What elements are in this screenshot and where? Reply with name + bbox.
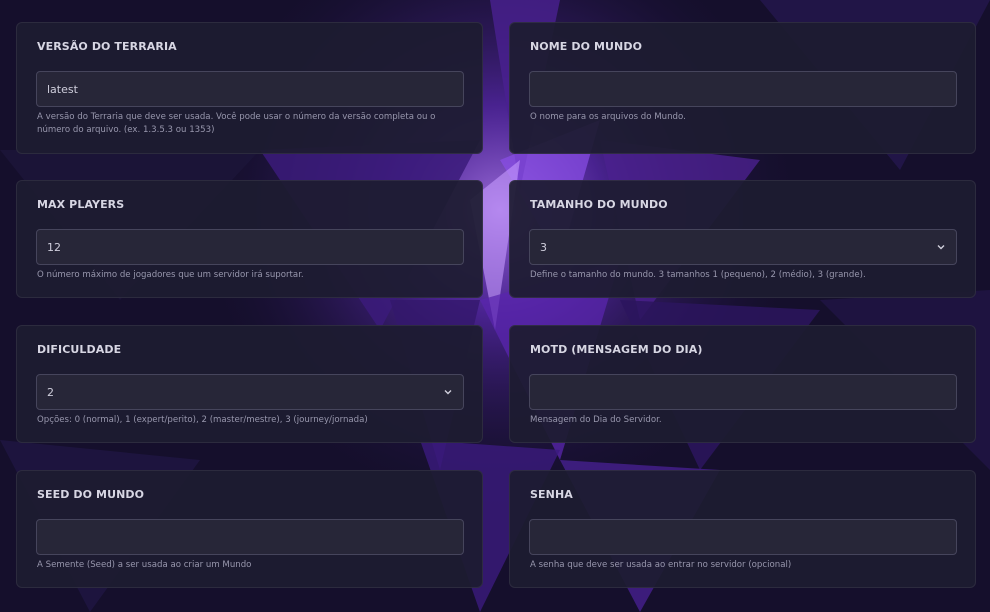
world-seed-card: SEED DO MUNDO A Semente (Seed) a ser usa…	[16, 470, 483, 588]
world-size-selected-value: 3	[540, 240, 547, 254]
terraria-version-label: VERSÃO DO TERRARIA	[37, 40, 177, 53]
max-players-input[interactable]	[36, 229, 464, 265]
world-name-label: NOME DO MUNDO	[530, 40, 643, 53]
password-label: SENHA	[530, 488, 573, 501]
terraria-version-help: A versão do Terraria que deve ser usada.…	[37, 112, 436, 135]
motd-label: MOTD (MENSAGEM DO DIA)	[530, 343, 703, 356]
max-players-card: MAX PLAYERS O número máximo de jogadores…	[16, 180, 483, 298]
world-seed-input[interactable]	[36, 519, 464, 555]
motd-input[interactable]	[529, 374, 957, 410]
world-name-input[interactable]	[529, 71, 957, 107]
terraria-version-card: VERSÃO DO TERRARIA A versão do Terraria …	[16, 22, 483, 154]
max-players-help: O número máximo de jogadores que um serv…	[37, 270, 304, 280]
difficulty-help: Opções: 0 (normal), 1 (expert/perito), 2…	[37, 415, 368, 425]
motd-card: MOTD (MENSAGEM DO DIA) Mensagem do Dia d…	[509, 325, 976, 443]
world-name-card: NOME DO MUNDO O nome para os arquivos do…	[509, 22, 976, 154]
terraria-version-input[interactable]	[36, 71, 464, 107]
chevron-down-icon	[937, 245, 945, 250]
password-card: SENHA A senha que deve ser usada ao entr…	[509, 470, 976, 588]
password-input[interactable]	[529, 519, 957, 555]
world-name-help: O nome para os arquivos do Mundo.	[530, 112, 686, 122]
world-size-select[interactable]: 3	[529, 229, 957, 265]
world-size-label: TAMANHO DO MUNDO	[530, 198, 668, 211]
password-help: A senha que deve ser usada ao entrar no …	[530, 560, 792, 570]
motd-help: Mensagem do Dia do Servidor.	[530, 415, 662, 425]
world-size-card: TAMANHO DO MUNDO 3 Define o tamanho do m…	[509, 180, 976, 298]
difficulty-selected-value: 2	[47, 385, 54, 399]
chevron-down-icon	[444, 390, 452, 395]
world-seed-help: A Semente (Seed) a ser usada ao criar um…	[37, 560, 252, 570]
world-seed-label: SEED DO MUNDO	[37, 488, 145, 501]
difficulty-card: DIFICULDADE 2 Opções: 0 (normal), 1 (exp…	[16, 325, 483, 443]
world-size-help: Define o tamanho do mundo. 3 tamanhos 1 …	[530, 270, 866, 280]
max-players-label: MAX PLAYERS	[37, 198, 125, 211]
difficulty-select[interactable]: 2	[36, 374, 464, 410]
difficulty-label: DIFICULDADE	[37, 343, 122, 356]
